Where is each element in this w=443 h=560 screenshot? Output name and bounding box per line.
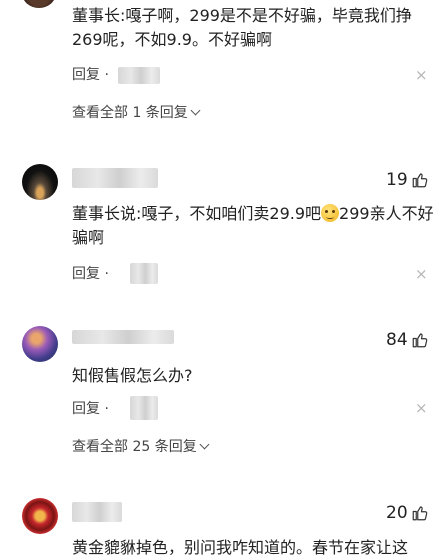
- close-icon[interactable]: ×: [415, 67, 428, 83]
- like-count: 19: [386, 170, 408, 190]
- blurred-username: [72, 502, 122, 522]
- blurred-timestamp: [130, 396, 158, 420]
- view-all-replies-label: 查看全部 1 条回复: [72, 105, 188, 121]
- like-count: 84: [386, 330, 408, 350]
- blurred-timestamp: [118, 67, 160, 84]
- view-all-replies-link[interactable]: 查看全部 1 条回复: [72, 104, 201, 122]
- chevron-down-icon: [199, 439, 210, 450]
- view-all-replies-label: 查看全部 25 条回复: [72, 439, 197, 455]
- like-button[interactable]: 20: [386, 503, 429, 523]
- thumbs-up-icon: [412, 506, 427, 521]
- blurred-username: [72, 330, 174, 344]
- thumbs-up-icon: [412, 333, 427, 348]
- close-icon[interactable]: ×: [415, 266, 428, 282]
- comment-text: 董事长说:嘎子，不如咱们卖29.9吧 299亲人不好骗啊: [72, 202, 434, 250]
- avatar[interactable]: [22, 0, 56, 8]
- close-icon[interactable]: ×: [415, 400, 428, 416]
- view-all-replies-link[interactable]: 查看全部 25 条回复: [72, 438, 210, 456]
- comment-text-part: 董事长说:嘎子，不如咱们卖29.9吧: [72, 204, 322, 223]
- avatar[interactable]: [22, 498, 58, 534]
- like-count: 20: [386, 503, 408, 523]
- blurred-username: [72, 168, 158, 188]
- comment-text: 董事长:嘎子啊，299是不是不好骗，毕竟我们挣269呢，不如9.9。不好骗啊: [72, 6, 412, 49]
- comment-text: 黄金貔貅掉色，别问我咋知道的。春节在家让这: [72, 538, 409, 557]
- like-button[interactable]: 19: [386, 170, 429, 190]
- thinking-face-emoji-icon: [321, 204, 340, 222]
- reply-button[interactable]: 回复 ·: [72, 265, 109, 283]
- reply-button[interactable]: 回复 ·: [72, 66, 109, 84]
- comment-text: 知假售假怎么办?: [72, 366, 193, 385]
- avatar[interactable]: [22, 164, 58, 200]
- reply-button[interactable]: 回复 ·: [72, 400, 109, 418]
- blurred-timestamp: [130, 263, 158, 284]
- avatar[interactable]: [22, 326, 58, 362]
- thumbs-up-icon: [412, 173, 427, 188]
- chevron-down-icon: [190, 105, 201, 116]
- like-button[interactable]: 84: [386, 330, 429, 350]
